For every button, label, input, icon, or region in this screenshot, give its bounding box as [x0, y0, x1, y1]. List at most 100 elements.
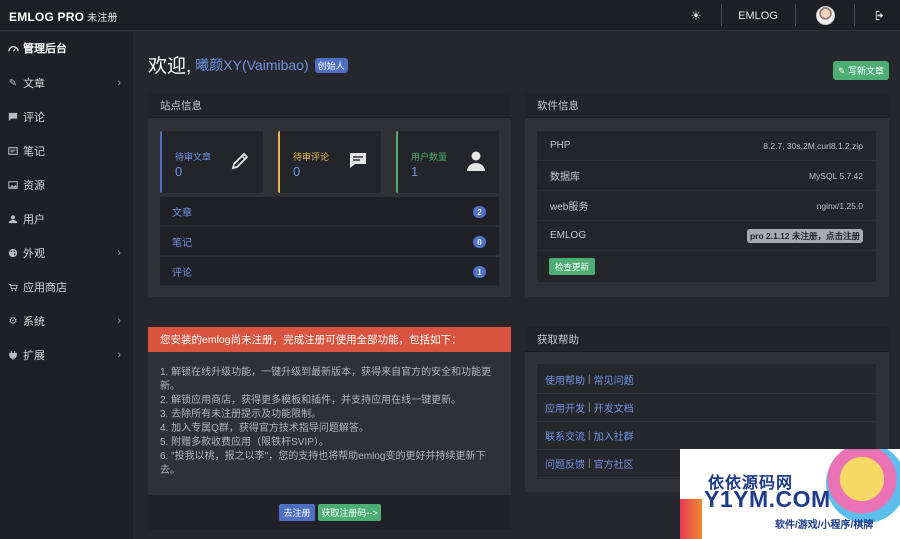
- sidebar: 管理后台 ✎ 文章 › 评论 笔记 资源 用户 外观 › 应用商店 ⚙ 系统 ›: [0, 32, 133, 539]
- page-title: 欢迎, 曦颜XY(Vaimibao) 创始人: [148, 51, 348, 78]
- avatar: [815, 6, 835, 25]
- sidebar-item-appearance[interactable]: 外观 ›: [0, 238, 133, 268]
- gear-icon: ⚙: [8, 315, 18, 327]
- stat-user-count[interactable]: 用户数量 1: [396, 131, 499, 193]
- emlog-link[interactable]: EMLOG: [738, 0, 778, 31]
- sidebar-item-store[interactable]: 应用商店: [0, 272, 133, 302]
- list-item: 使用帮助 | 常见问题: [537, 366, 876, 394]
- pencil-icon: ✎: [8, 77, 18, 89]
- row-label: 评论: [172, 267, 192, 279]
- sidebar-item-label: 管理后台: [23, 43, 67, 55]
- comment-icon: [7, 111, 19, 123]
- avatar-button[interactable]: [815, 0, 835, 31]
- divider: [854, 4, 855, 26]
- brand-status: 未注册: [87, 13, 118, 24]
- notice-line: 4. 加入专属Q群，获得官方技术指导问题解答。: [160, 423, 369, 434]
- sidebar-item-label: 文章: [23, 78, 45, 90]
- sidebar-item-label: 扩展: [23, 350, 45, 362]
- brand-name: EMLOG PRO: [9, 10, 85, 24]
- notice-line: 去。: [160, 465, 180, 476]
- sidebar-item-system[interactable]: ⚙ 系统 ›: [0, 306, 133, 336]
- list-item[interactable]: 笔记 0: [160, 227, 499, 256]
- sidebar-item-label: 笔记: [23, 146, 45, 158]
- top-bar: EMLOG PRO 未注册 ☀ EMLOG: [0, 0, 900, 31]
- help-link[interactable]: 应用开发: [545, 400, 585, 415]
- chevron-right-icon: ›: [117, 349, 121, 361]
- row-label: 数据库: [550, 172, 580, 183]
- list-item: 联系交流 | 加入社群: [537, 422, 876, 450]
- help-link[interactable]: 开发文档: [594, 400, 634, 415]
- list-item[interactable]: 评论 1: [160, 257, 499, 286]
- list-item[interactable]: 文章 2: [160, 197, 499, 226]
- help-link[interactable]: 官方社区: [594, 456, 634, 471]
- row-label: EMLOG: [550, 230, 587, 241]
- row-label: web服务: [550, 202, 589, 213]
- notice-line: 5. 附赠多款收费应用（限铁杆SVIP）。: [160, 437, 329, 448]
- notice-line: 新。: [160, 381, 180, 392]
- stat-label: 用户数量: [411, 152, 448, 162]
- watermark-tagline: 软件/游戏/小程序/棋牌: [775, 520, 874, 531]
- chevron-right-icon: ›: [117, 247, 121, 259]
- count-badge: 0: [473, 236, 486, 248]
- sidebar-item-extensions[interactable]: 扩展 ›: [0, 340, 133, 370]
- sidebar-item-label: 用户: [23, 214, 45, 226]
- count-badge: 2: [473, 206, 486, 218]
- help-link[interactable]: 加入社群: [594, 428, 634, 443]
- notice-line: 3. 去除所有未注册提示及功能限制。: [160, 409, 322, 420]
- watermark-decoration: [680, 499, 702, 539]
- row-value: nginx/1.25.0: [816, 200, 863, 211]
- welcome-text: 欢迎,: [148, 56, 192, 77]
- sidebar-item-comments[interactable]: 评论: [0, 102, 133, 132]
- note-icon: [7, 145, 19, 157]
- sidebar-item-resources[interactable]: 资源: [0, 170, 133, 200]
- image-icon: [7, 179, 19, 191]
- sidebar-item-articles[interactable]: ✎ 文章 ›: [0, 68, 133, 98]
- row-label: PHP: [550, 140, 571, 151]
- row-label: 文章: [172, 207, 192, 219]
- card-title: 获取帮助: [525, 327, 889, 352]
- sun-icon[interactable]: ☀: [689, 0, 703, 31]
- plug-icon: [7, 349, 19, 361]
- sidebar-item-notes[interactable]: 笔记: [0, 136, 133, 166]
- row-label: 笔记: [172, 237, 192, 249]
- table-row: EMLOG pro 2.1.12 未注册，点击注册: [537, 221, 876, 251]
- notice-line: 1. 解锁在线升级功能，一键升级到最新版本，获得来自官方的安全和功能更: [160, 367, 492, 378]
- brand[interactable]: EMLOG PRO 未注册: [9, 9, 118, 24]
- help-link[interactable]: 联系交流: [545, 428, 585, 443]
- stat-label: 待审文章: [175, 152, 212, 162]
- store-icon: [7, 281, 19, 293]
- register-link-badge[interactable]: pro 2.1.12 未注册，点击注册: [746, 228, 863, 243]
- help-link[interactable]: 使用帮助: [545, 372, 585, 387]
- sidebar-item-label: 外观: [23, 248, 45, 260]
- stat-pending-articles[interactable]: 待审文章 0: [160, 131, 263, 193]
- chevron-right-icon: ›: [117, 315, 121, 327]
- user-icon: [465, 150, 487, 172]
- dashboard-icon: [7, 42, 19, 54]
- register-notice-title: 您安装的emlog尚未注册，完成注册可使用全部功能，包括如下：: [148, 327, 511, 352]
- help-link[interactable]: 问题反馈: [545, 456, 585, 471]
- sidebar-item-label: 评论: [23, 112, 45, 124]
- watermark-logo-icon: [826, 449, 900, 523]
- help-link[interactable]: 常见问题: [594, 372, 634, 387]
- stat-pending-comments[interactable]: 待审评论 0: [278, 131, 381, 193]
- stat-value: 0: [293, 164, 301, 179]
- table-row: 数据库 MySQL 5.7.42: [537, 161, 876, 191]
- check-update-button[interactable]: 检查更新: [549, 258, 595, 275]
- logout-icon[interactable]: [873, 0, 885, 31]
- sidebar-item-label: 系统: [23, 316, 45, 328]
- user-icon: [7, 213, 19, 225]
- count-badge: 1: [473, 266, 486, 278]
- register-button[interactable]: 去注册: [279, 504, 315, 521]
- divider: [721, 4, 722, 26]
- write-article-button[interactable]: ✎ 写新文章: [833, 61, 889, 80]
- comment-icon: [347, 150, 369, 172]
- sidebar-item-label: 资源: [23, 180, 45, 192]
- list-item: 应用开发 | 开发文档: [537, 394, 876, 422]
- sidebar-item-dashboard[interactable]: 管理后台: [0, 33, 133, 63]
- sidebar-item-label: 应用商店: [23, 282, 67, 294]
- watermark: 依依源码网 Y1YM.COM 软件/游戏/小程序/棋牌: [680, 449, 900, 539]
- get-code-button[interactable]: 获取注册码-->: [318, 504, 381, 521]
- table-row: PHP 8.2.7, 30s,2M,curl8.1.2,zip: [537, 131, 876, 161]
- sidebar-item-users[interactable]: 用户: [0, 204, 133, 234]
- username-link[interactable]: 曦颜XY(Vaimibao): [195, 57, 308, 73]
